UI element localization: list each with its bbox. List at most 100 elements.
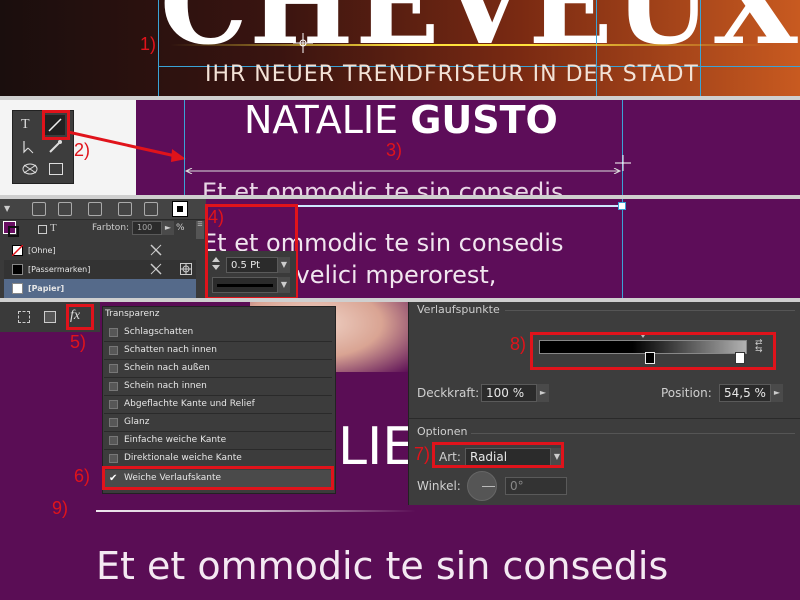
menu-arrow-icon[interactable]: ▼ (4, 204, 14, 214)
pen-tool-icon[interactable] (47, 139, 63, 155)
transform-icon[interactable] (58, 202, 72, 216)
swatches-toolbar: ▼ (0, 199, 206, 220)
angle-dial-icon[interactable] (467, 471, 497, 501)
stroke-toggle-icon[interactable] (38, 225, 47, 234)
checkbox-icon[interactable] (109, 364, 118, 373)
checkbox-icon[interactable] (109, 418, 118, 427)
menu-item[interactable]: Abgeflachte Kante und Relief (104, 396, 332, 414)
separator-line (471, 433, 795, 434)
guide-line-vertical (622, 100, 623, 195)
ellipse-frame-icon[interactable] (21, 161, 39, 177)
menu-item[interactable]: Einfache weiche Kante (104, 432, 332, 450)
guide-line-vertical (622, 199, 623, 298)
menu-item-label: Direktionale weiche Kante (124, 453, 242, 463)
stroke-weight-dropdown[interactable]: ▼ (278, 257, 290, 273)
transform-icon[interactable] (32, 202, 46, 216)
swatch-name: [Passermarken] (28, 265, 91, 274)
menu-item-label: Einfache weiche Kante (124, 435, 227, 445)
step-label-6: 6) (74, 466, 91, 486)
stroke-type-dropdown[interactable]: ▼ (278, 277, 290, 293)
checkbox-icon[interactable] (109, 346, 118, 355)
swatches-panel: ▼ T Farbton: 100 ► % [Ohne] [Passermarke… (0, 199, 206, 298)
panel-headline: CHEVEUX IHR NEUER TRENDFRISEUR IN DER ST… (0, 0, 800, 96)
tint-unit: % (176, 223, 185, 233)
panel-scrollbar[interactable]: ☰ (196, 221, 204, 239)
headline-text: CHEVEUX (160, 0, 800, 69)
position-input[interactable]: 54,5 % (719, 384, 771, 402)
step-label-7: 7) (414, 444, 431, 464)
menu-item[interactable]: Schein nach innen (104, 378, 332, 396)
registration-mark-icon (180, 263, 192, 275)
highlight-line-tool (42, 110, 70, 140)
tint-dropdown-button[interactable]: ► (162, 221, 174, 235)
red-arrow (67, 130, 198, 170)
none-swatch-icon (12, 245, 23, 256)
checkbox-icon[interactable] (109, 454, 118, 463)
angle-input[interactable]: 0° (505, 477, 567, 495)
position-label: Position: (661, 386, 712, 400)
menu-item[interactable]: Schlagschatten (104, 324, 332, 342)
drawn-line[interactable] (184, 159, 624, 175)
feather-line[interactable] (96, 510, 416, 512)
swatch-row[interactable]: [Ohne] (4, 241, 196, 260)
panel-stroke-color: Et et ommodic te sin consedis imi nvelic… (0, 199, 800, 298)
line-cursor-icon (614, 154, 632, 172)
step-label-8: 8) (510, 334, 527, 354)
align-icon[interactable] (144, 202, 158, 216)
swatch-name: [Ohne] (28, 246, 56, 255)
menu-item-label: Schlagschatten (124, 327, 194, 337)
align-icon[interactable] (118, 202, 132, 216)
stroke-panel: 0.5 Pt ▼ ▼ (208, 251, 296, 297)
body-text-line: Et et ommodic te sin consedis (96, 544, 669, 588)
checkbox-icon[interactable] (109, 328, 118, 337)
type-tool-icon[interactable]: T (21, 117, 37, 133)
guide-line-vertical (700, 0, 701, 96)
highlight-gradient-ramp (530, 332, 776, 370)
opacity-input[interactable]: 100 % (481, 384, 537, 402)
swatch-name: [Papier] (28, 284, 65, 293)
text-name: NATALIE GUSTO (244, 100, 558, 142)
transform-icon[interactable] (88, 202, 102, 216)
no-edit-icon (150, 244, 162, 256)
fill-square-icon[interactable] (172, 201, 188, 217)
swatch-row[interactable]: [Passermarken] (4, 260, 196, 279)
direct-selection-icon[interactable] (21, 139, 37, 155)
step-label-9: 9) (52, 498, 69, 518)
position-dropdown[interactable]: ► (771, 384, 783, 402)
tint-input[interactable]: 100 (132, 221, 162, 235)
step-label-4: 4) (208, 207, 225, 227)
frame-select-icon[interactable] (18, 311, 30, 323)
panel-line-tool: T 2) NATALIE GUSTO 3) Et et ommodic te s… (0, 100, 800, 195)
gradient-line[interactable] (170, 44, 770, 46)
step-label-5: 5) (70, 332, 87, 352)
rectangle-tool-icon[interactable] (49, 163, 63, 175)
text-color-icon[interactable]: T (50, 222, 57, 234)
checkbox-icon[interactable] (109, 382, 118, 391)
stroke-weight-stepper[interactable] (212, 257, 222, 271)
fill-stroke-swatch-icon[interactable] (3, 221, 19, 237)
step-label-3: 3) (386, 140, 403, 160)
paper-swatch-icon (12, 283, 23, 294)
content-select-icon[interactable] (44, 311, 56, 323)
guide-line-vertical (184, 100, 185, 195)
menu-item-label: Schatten nach innen (124, 345, 217, 355)
subheadline-text: IHR NEUER TRENDFRISEUR IN DER STADT (205, 62, 699, 87)
menu-title[interactable]: Transparenz (105, 309, 159, 319)
selected-line-handle[interactable] (618, 202, 626, 210)
checkbox-icon[interactable] (109, 400, 118, 409)
checkbox-icon[interactable] (109, 436, 118, 445)
menu-item-label: Abgeflachte Kante und Relief (124, 399, 255, 409)
stroke-type-select[interactable] (212, 277, 278, 293)
menu-item[interactable]: Schein nach außen (104, 360, 332, 378)
menu-item[interactable]: Schatten nach innen (104, 342, 332, 360)
opacity-dropdown[interactable]: ► (537, 384, 549, 402)
swatch-row-selected[interactable]: [Papier] (4, 279, 196, 298)
stroke-weight-input[interactable]: 0.5 Pt (226, 257, 278, 273)
step-label-1: 1) (140, 34, 157, 54)
background-text: LIE (338, 417, 416, 477)
name-last: GUSTO (410, 100, 558, 142)
menu-item[interactable]: Glanz (104, 414, 332, 432)
menu-item-label: Schein nach außen (124, 363, 210, 373)
name-first: NATALIE (244, 100, 411, 142)
options-title: Optionen (417, 425, 468, 438)
